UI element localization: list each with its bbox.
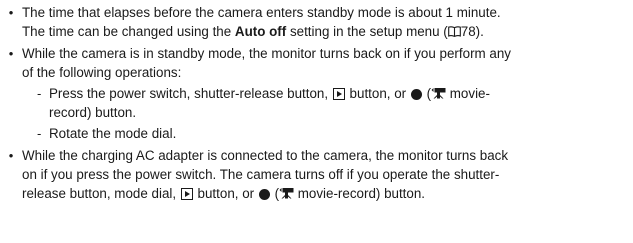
movie-camera-icon	[279, 188, 294, 199]
bullet-3-line-3: release button, mode dial, button, or ( …	[22, 185, 425, 203]
sub-item-2-text: Rotate the mode dial.	[49, 126, 177, 141]
bullet-3-text-2: on if you press the power switch. The ca…	[22, 167, 500, 182]
bullet-marker: •	[8, 46, 14, 61]
bullet-3-line-1: While the charging AC adapter is connect…	[22, 147, 508, 165]
sub-item-dash: -	[37, 86, 42, 101]
manual-page: • The time that elapses before the camer…	[0, 0, 633, 243]
auto-off-setting-name: Auto off	[234, 24, 287, 39]
bullet-marker: •	[8, 148, 14, 163]
sub-item-dash: -	[37, 126, 42, 141]
sub-item-1-text-pre: Press the power switch, shutter-release …	[49, 86, 332, 101]
bullet-1-line-2: The time can be changed using the Auto o…	[22, 23, 484, 41]
bullet-3-text-3-open: (	[270, 186, 280, 201]
bullet-3-text-3-pre: release button, mode dial,	[22, 186, 180, 201]
bullet-3-line-2: on if you press the power switch. The ca…	[22, 166, 499, 184]
bullet-1-text-1: The time that elapses before the camera …	[22, 5, 501, 20]
page-reference-number: 78	[460, 24, 476, 39]
bullet-marker: •	[8, 5, 14, 20]
play-button-icon	[180, 188, 193, 200]
movie-camera-icon	[431, 88, 446, 99]
bullet-1-text-2-pre: The time can be changed using the	[22, 24, 235, 39]
movie-record-dot-icon	[258, 189, 270, 200]
bullet-3-text-3-post: movie-record) button.	[294, 186, 426, 201]
bullet-2-line-1: While the camera is in standby mode, the…	[22, 45, 511, 63]
bullet-2-text-2: of the following operations:	[22, 65, 182, 80]
bullet-1-line-1: The time that elapses before the camera …	[22, 4, 501, 22]
sub-item-1-text-open: (	[422, 86, 432, 101]
bullet-3-text-1: While the charging AC adapter is connect…	[22, 148, 509, 163]
sub-item-1-text-2: record) button.	[49, 105, 137, 120]
bullet-1-text-2-end: ).	[475, 24, 484, 39]
bullet-2-line-2: of the following operations:	[22, 64, 181, 82]
bullet-2-text-1: While the camera is in standby mode, the…	[22, 46, 511, 61]
bullet-3-text-3-mid: button, or	[193, 186, 258, 201]
page-reference-book-icon	[447, 26, 461, 37]
play-button-icon	[332, 88, 345, 100]
sub-item-2-line-1: Rotate the mode dial.	[49, 125, 176, 143]
movie-record-dot-icon	[410, 89, 422, 100]
sub-item-1-text-post: movie-	[446, 86, 490, 101]
bullet-1-text-2-post: setting in the setup menu (	[286, 24, 448, 39]
sub-item-1-text-mid: button, or	[345, 86, 410, 101]
sub-item-1-line-1: Press the power switch, shutter-release …	[49, 85, 490, 103]
sub-item-1-line-2: record) button.	[49, 104, 136, 122]
